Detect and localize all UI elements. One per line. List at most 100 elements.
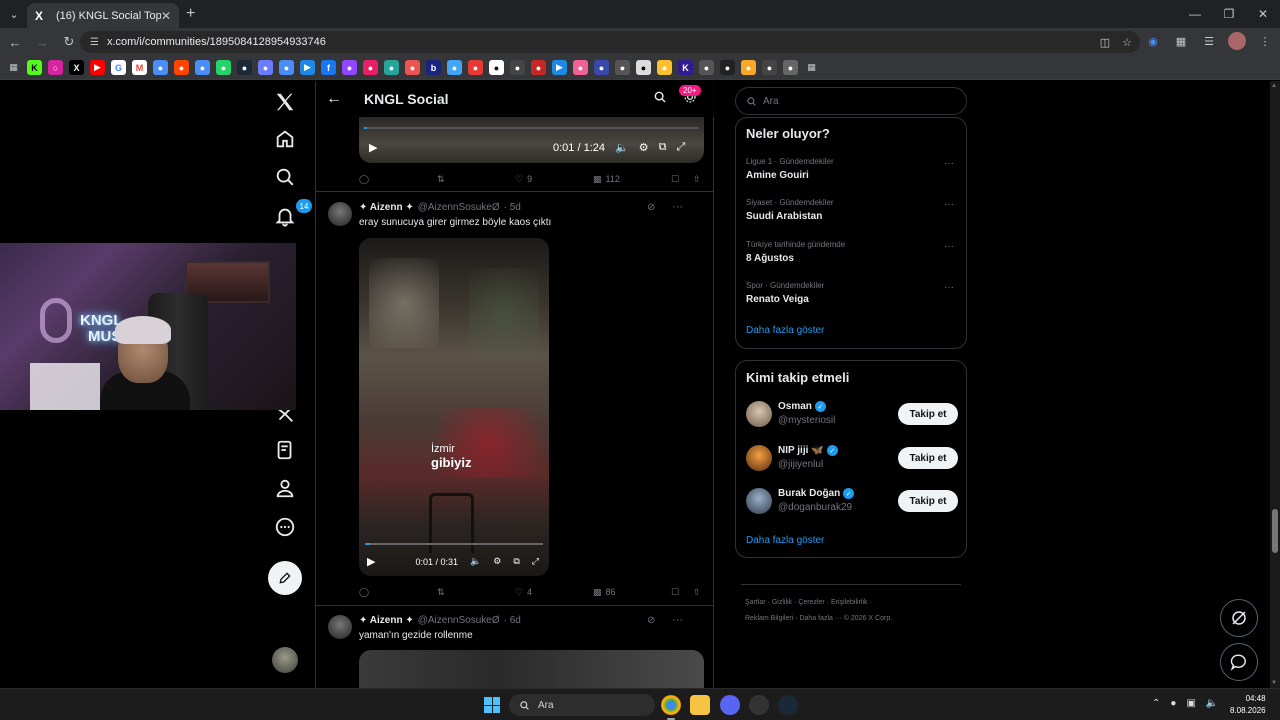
home-icon[interactable] (272, 126, 298, 152)
bookmark-whatsapp-icon[interactable]: ● (216, 60, 231, 75)
media-control-icon[interactable]: ☰ (1200, 32, 1218, 50)
scroll-up-icon[interactable]: ▲ (1271, 83, 1277, 89)
bookmark-tool-icon[interactable]: ● (615, 60, 630, 75)
bookmark-icon[interactable]: ☐ (671, 174, 679, 185)
user-avatar[interactable] (746, 401, 772, 427)
bookmark-tool-icon[interactable]: ● (258, 60, 273, 75)
tweet2-video-progress[interactable] (365, 543, 543, 545)
bookmark-tool-icon[interactable]: ● (636, 60, 651, 75)
microphone-icon[interactable]: ● (1170, 698, 1176, 709)
tweet2-time[interactable]: · 5d (504, 202, 521, 213)
tweet3-media[interactable] (359, 650, 704, 688)
tweet2-author-name[interactable]: ✦ Aizenn ✦ (359, 202, 414, 213)
user-avatar[interactable] (746, 445, 772, 471)
tweet3-avatar[interactable] (328, 615, 352, 639)
bookmark-folder-icon[interactable]: ● (741, 60, 756, 75)
bookmark-tool-icon[interactable]: ● (720, 60, 735, 75)
pip-icon[interactable]: ⧉ (659, 141, 667, 154)
user-name[interactable]: NIP jiji 🦋 ✓ (778, 445, 838, 456)
trend-more-icon[interactable]: ··· (944, 158, 954, 169)
trend-more-icon[interactable]: ··· (944, 199, 954, 210)
bookmark-tool-icon[interactable]: ● (447, 60, 462, 75)
bookmark-tool-icon[interactable]: ▶ (552, 60, 567, 75)
bookmark-tool-icon[interactable]: ● (363, 60, 378, 75)
apps-grid-icon[interactable]: ▦ (6, 60, 21, 75)
reload-icon[interactable]: ↻ (57, 30, 81, 54)
share-icon[interactable]: ⇧ (693, 587, 701, 598)
minimize-icon[interactable]: — (1178, 0, 1212, 28)
footer-links-row2[interactable]: Reklam Bilgileri · Daha fazla ··· © 2026… (745, 615, 892, 622)
close-window-icon[interactable]: ✕ (1246, 0, 1280, 28)
share-icon[interactable]: ⇧ (693, 174, 701, 185)
bookmark-steam-icon[interactable]: ● (237, 60, 252, 75)
bookmark-star-icon[interactable]: ☆ (1122, 36, 1132, 49)
start-windows-icon[interactable] (484, 697, 500, 713)
tweet-more-icon[interactable]: ··· (672, 201, 683, 213)
bookmark-gmail-icon[interactable]: M (132, 60, 147, 75)
bookmark-google-icon[interactable]: G (111, 60, 126, 75)
like-button[interactable]: ♡ 9 (515, 174, 532, 185)
video-settings-icon[interactable]: ⚙ (493, 556, 501, 567)
user-handle[interactable]: @jijiyenlul (778, 459, 823, 470)
address-bar[interactable]: ☰ x.com/i/communities/189508412895493374… (80, 31, 1140, 53)
restore-icon[interactable]: ❐ (1212, 0, 1246, 28)
bookmark-reddit-icon[interactable]: ● (174, 60, 189, 75)
taskbar-search-input[interactable]: Ara (509, 694, 655, 716)
user-handle[interactable]: @doganburak29 (778, 502, 852, 513)
reply-icon[interactable]: ◯ (359, 174, 369, 185)
trend-more-icon[interactable]: ··· (944, 241, 954, 252)
bookmark-tool-icon[interactable]: ● (531, 60, 546, 75)
user-avatar[interactable] (746, 488, 772, 514)
install-app-icon[interactable]: ◫ (1100, 36, 1110, 49)
bookmark-play-icon[interactable]: ▶ (300, 60, 315, 75)
bookmark-instagram-icon[interactable]: ○ (48, 60, 63, 75)
file-explorer-icon[interactable] (690, 695, 710, 715)
grok-explain-icon[interactable]: ⊘ (647, 615, 655, 626)
tab-close-icon[interactable]: ✕ (161, 9, 171, 23)
bookmark-twitch-icon[interactable]: ● (342, 60, 357, 75)
bookmark-kick-icon[interactable]: K (27, 60, 42, 75)
bookmark-tool-icon[interactable]: ● (468, 60, 483, 75)
play-icon[interactable]: ▶ (367, 555, 375, 568)
back-icon[interactable]: ← (3, 30, 27, 54)
bookmark-tool-icon[interactable]: ● (510, 60, 525, 75)
fullscreen-icon[interactable]: ⤢ (676, 141, 685, 154)
tweet3-time[interactable]: · 6d (504, 615, 521, 626)
views-button[interactable]: ▩ 112 (593, 174, 620, 185)
tweet2-video-player[interactable]: İzmir gibiyiz ▶ 0:01 / 0:31 🔈 ⚙ ⧉ ⤢ (359, 238, 549, 576)
tweet-more-icon[interactable]: ··· (672, 614, 683, 626)
scroll-down-icon[interactable]: ▼ (1271, 680, 1277, 686)
bookmark-translate-icon[interactable]: ● (195, 60, 210, 75)
bookmark-tool-icon[interactable]: ● (279, 60, 294, 75)
compose-post-button[interactable] (268, 561, 302, 595)
chrome-menu-icon[interactable]: ⋮ (1256, 32, 1274, 50)
follow-button[interactable]: Takip et (898, 490, 958, 512)
bookmark-tool-icon[interactable]: ● (489, 60, 504, 75)
bookmark-icon[interactable]: ☐ (671, 587, 679, 598)
repost-icon[interactable]: ⇅ (437, 587, 445, 598)
volume-icon[interactable]: 🔈 (615, 141, 629, 154)
url-text[interactable]: x.com/i/communities/1895084128954933746 (107, 36, 326, 48)
back-arrow-icon[interactable]: ← (326, 90, 348, 108)
forward-icon[interactable]: → (30, 30, 54, 54)
tweet3-author-handle[interactable]: @AizennSosukeØ (418, 615, 500, 626)
like-button[interactable]: ♡ 4 (515, 587, 532, 598)
bookmark-bookmark-icon[interactable]: ● (153, 60, 168, 75)
explore-search-icon[interactable] (272, 164, 298, 190)
bookmark-tool-icon[interactable]: K (678, 60, 693, 75)
browser-tab[interactable]: X (16) KNGL Social Topluluk / X ✕ (27, 3, 179, 28)
tweet1-video-player[interactable]: ▶ 0:01 / 1:24 🔈 ⚙ ⧉ ⤢ (359, 117, 704, 163)
more-options-icon[interactable] (272, 514, 298, 540)
extension-shield-icon[interactable]: ◉ (1144, 32, 1162, 50)
extensions-puzzle-icon[interactable]: ▦ (1172, 32, 1190, 50)
views-button[interactable]: ▩ 86 (593, 587, 616, 598)
discord-taskbar-icon[interactable] (720, 695, 740, 715)
new-tab-icon[interactable]: + (186, 5, 195, 23)
tweet2-author-handle[interactable]: @AizennSosukeØ (418, 202, 500, 213)
tab-search-menu-icon[interactable]: ⌄ (0, 0, 28, 28)
bookmark-tool-icon[interactable]: ● (594, 60, 609, 75)
trends-show-more-link[interactable]: Daha fazla göster (746, 325, 824, 336)
profile-avatar[interactable] (1228, 32, 1246, 50)
who-to-follow-show-more-link[interactable]: Daha fazla göster (746, 535, 824, 546)
page-scrollbar[interactable]: ▲ ▼ (1270, 81, 1280, 688)
